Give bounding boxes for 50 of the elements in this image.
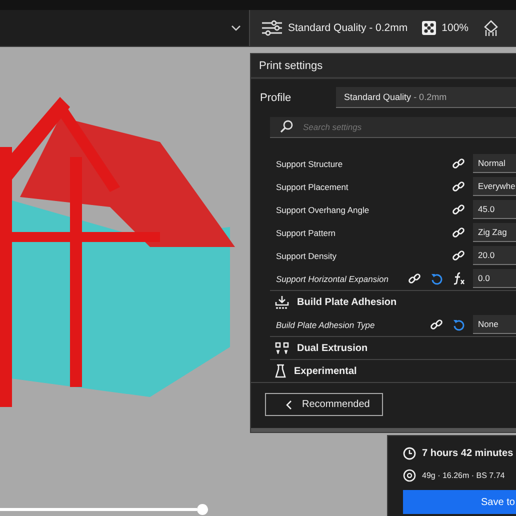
- category-header[interactable]: Dual Extrusion: [270, 336, 516, 359]
- chevron-down-icon: [231, 25, 241, 31]
- chevron-left-icon: [286, 400, 292, 410]
- link-icon[interactable]: [452, 157, 465, 170]
- setting-label: Support Structure: [276, 158, 344, 168]
- setting-label: Build Plate Adhesion Type: [276, 320, 376, 330]
- setting-value-field[interactable]: Zig Zag: [473, 223, 516, 242]
- support-icon[interactable]: [482, 20, 498, 36]
- setting-label: Support Horizontal Expansion: [276, 274, 390, 284]
- setting-label: Support Placement: [276, 182, 350, 192]
- recommended-button[interactable]: Recommended: [265, 393, 383, 416]
- search-icon: [280, 120, 293, 133]
- setting-value-field[interactable]: 45.0: [473, 200, 516, 219]
- category-header[interactable]: Experimental: [270, 359, 516, 382]
- layer-slider-fill[interactable]: [0, 508, 197, 511]
- setting-value-field[interactable]: Normal: [473, 154, 516, 173]
- link-icon[interactable]: [452, 203, 465, 216]
- panel-title: Print settings: [251, 54, 516, 79]
- dual-nozzle-icon: [275, 342, 289, 354]
- link-icon[interactable]: [452, 180, 465, 193]
- setting-value-field[interactable]: 0.0: [473, 269, 516, 288]
- link-icon[interactable]: [430, 318, 443, 331]
- category-header[interactable]: Build Plate Adhesion: [270, 290, 516, 313]
- setting-label: Support Pattern: [276, 228, 337, 238]
- profile-dropdown[interactable]: Standard Quality - 0.2mm: [336, 87, 516, 108]
- infill-icon: [422, 21, 436, 35]
- spool-icon: [403, 468, 416, 482]
- reset-icon[interactable]: [453, 318, 465, 330]
- sliders-icon: [262, 20, 282, 36]
- setting-value-field[interactable]: Everywhe: [473, 177, 516, 196]
- tray-download-icon: [275, 296, 289, 308]
- infill-button[interactable]: 100%: [422, 21, 468, 35]
- formula-icon[interactable]: [453, 272, 465, 285]
- link-icon[interactable]: [452, 226, 465, 239]
- print-time: 7 hours 42 minutes: [422, 448, 514, 458]
- profile-label: Profile: [260, 92, 292, 104]
- link-icon[interactable]: [452, 249, 465, 262]
- quality-button[interactable]: Standard Quality - 0.2mm: [262, 20, 408, 36]
- save-button[interactable]: Save to: [403, 490, 516, 514]
- setting-label: Support Density: [276, 250, 338, 260]
- reset-icon[interactable]: [431, 272, 443, 284]
- setting-label: Support Overhang Angle: [276, 204, 370, 214]
- link-icon[interactable]: [408, 272, 421, 285]
- search-field[interactable]: Search settings: [270, 117, 516, 138]
- flask-icon: [275, 364, 286, 378]
- material-estimate: 49g · 16.26m · BS 7.74: [422, 470, 505, 480]
- setting-value-field[interactable]: None: [473, 315, 516, 334]
- slider-handle[interactable]: [196, 504, 208, 515]
- setting-value-field[interactable]: 20.0: [473, 246, 516, 265]
- clock-icon: [403, 446, 416, 460]
